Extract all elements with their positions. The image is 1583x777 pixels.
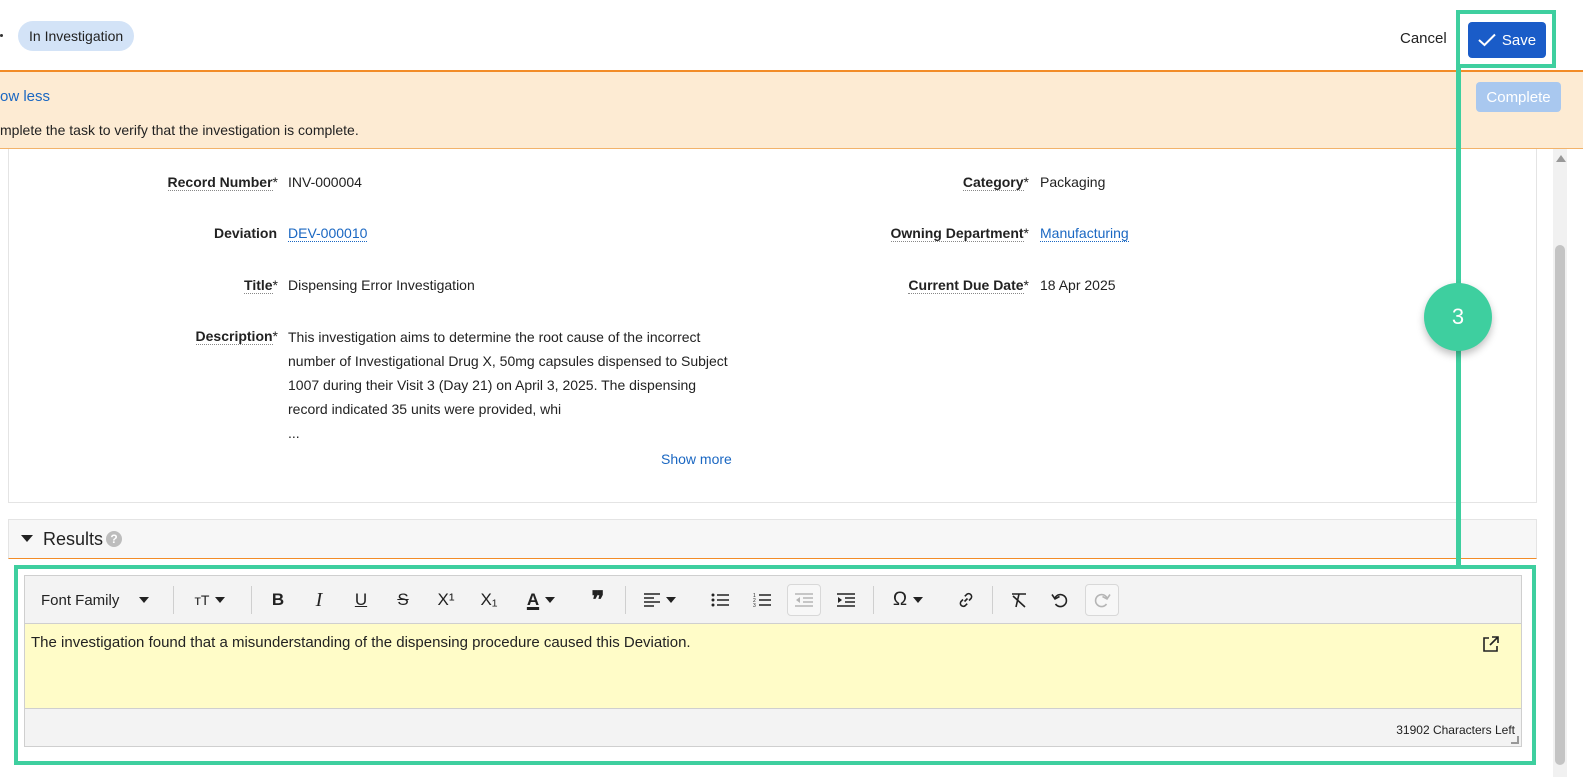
superscript-icon: X¹ <box>437 590 455 609</box>
subscript-icon: X₁ <box>480 590 498 609</box>
omega-icon: Ω <box>892 589 908 610</box>
chevron-down-icon <box>215 597 226 603</box>
undo-icon <box>1051 593 1068 608</box>
align-left-icon <box>644 593 660 607</box>
indent-button[interactable] <box>831 584 861 616</box>
results-section-header[interactable]: Results ? <box>8 519 1537 559</box>
collapse-caret-icon[interactable] <box>21 535 33 542</box>
deviation-label: Deviation <box>213 225 277 241</box>
results-title: Results <box>43 529 104 549</box>
vertical-scrollbar[interactable] <box>1553 149 1567 777</box>
scroll-up-arrow-icon[interactable] <box>1556 155 1566 162</box>
owning-department-label: Owning Department* <box>890 225 1029 242</box>
record-header: In Investigation Cancel Save <box>0 0 1583 72</box>
characters-left-counter: 31902 Characters Left <box>1396 723 1515 737</box>
text-color-icon: A <box>526 590 540 609</box>
due-date-value: 18 Apr 2025 <box>1040 277 1116 293</box>
title-value: Dispensing Error Investigation <box>288 277 475 293</box>
save-button[interactable]: Save <box>1468 22 1546 58</box>
bold-icon: B <box>271 590 285 609</box>
complete-button[interactable]: Complete <box>1476 82 1561 112</box>
category-label: Category* <box>962 174 1029 191</box>
underline-icon: U <box>354 590 368 609</box>
show-less-link[interactable]: ow less <box>0 88 50 105</box>
bold-button[interactable]: B <box>263 584 293 616</box>
description-ellipsis: ... <box>288 425 300 441</box>
special-characters-dropdown[interactable]: Ω <box>885 584 931 616</box>
save-button-label: Save <box>1501 31 1537 49</box>
cancel-button[interactable]: Cancel <box>1400 30 1447 47</box>
chevron-down-icon <box>913 597 924 603</box>
show-more-link[interactable]: Show more <box>661 451 732 467</box>
description-value: This investigation aims to determine the… <box>288 329 728 441</box>
quote-icon: ❞ <box>591 586 605 614</box>
numbered-list-icon: 123 <box>753 593 771 608</box>
font-family-dropdown[interactable]: Font Family <box>33 584 158 616</box>
chevron-down-icon <box>666 597 676 603</box>
results-editor: Font Family тT B I U S X¹ X₁ A ❞ 123 Ω T… <box>24 575 1522 747</box>
text-color-dropdown[interactable]: A <box>519 584 563 616</box>
record-number-label: Record Number* <box>167 174 278 191</box>
chevron-down-icon <box>139 597 150 603</box>
help-icon[interactable]: ? <box>106 531 122 547</box>
editor-toolbar: Font Family тT B I U S X¹ X₁ A ❞ 123 Ω <box>25 576 1521 624</box>
checkmark-icon <box>1478 33 1496 47</box>
toolbar-divider <box>251 586 252 614</box>
superscript-button[interactable]: X¹ <box>431 584 461 616</box>
title-label: Title* <box>244 277 278 294</box>
results-text: The investigation found that a misunders… <box>31 634 691 651</box>
outdent-icon <box>795 593 813 607</box>
details-section: Record Number* INV-000004 Deviation DEV-… <box>8 149 1537 503</box>
description-label: Description* <box>195 328 278 345</box>
breadcrumb-fragment <box>0 34 3 37</box>
editor-footer: 31902 Characters Left <box>25 708 1521 746</box>
toolbar-divider <box>173 586 174 614</box>
link-button[interactable] <box>951 584 981 616</box>
blockquote-button[interactable]: ❞ <box>583 584 613 616</box>
underline-button[interactable]: U <box>346 584 376 616</box>
outdent-button[interactable] <box>787 584 821 616</box>
undo-button[interactable] <box>1045 584 1075 616</box>
link-icon <box>959 592 973 608</box>
toolbar-divider <box>625 586 626 614</box>
toolbar-divider <box>873 586 874 614</box>
task-banner: ow less mplete the task to verify that t… <box>0 72 1583 149</box>
popout-button[interactable] <box>1481 634 1501 654</box>
redo-icon <box>1094 593 1111 608</box>
italic-button[interactable]: I <box>304 584 334 616</box>
svg-text:3: 3 <box>753 603 756 608</box>
deviation-link[interactable]: DEV-000010 <box>288 225 368 242</box>
record-number-value: INV-000004 <box>288 174 362 190</box>
owning-department-link[interactable]: Manufacturing <box>1040 225 1129 242</box>
strikethrough-icon: S <box>397 590 409 609</box>
numbered-list-button[interactable]: 123 <box>747 584 777 616</box>
redo-button[interactable] <box>1085 584 1119 616</box>
bullet-list-button[interactable] <box>705 584 735 616</box>
bullet-list-icon <box>711 593 729 607</box>
external-link-icon <box>1483 636 1499 652</box>
align-dropdown[interactable] <box>637 584 683 616</box>
clear-formatting-button[interactable] <box>1004 584 1034 616</box>
results-text-area[interactable]: The investigation found that a misunders… <box>25 624 1521 708</box>
banner-message: mplete the task to verify that the inves… <box>0 122 359 138</box>
status-badge: In Investigation <box>18 21 135 51</box>
category-value: Packaging <box>1040 174 1106 190</box>
chevron-down-icon <box>545 597 556 603</box>
due-date-label: Current Due Date* <box>908 277 1029 294</box>
italic-icon: I <box>315 588 323 611</box>
strikethrough-button[interactable]: S <box>388 584 418 616</box>
scrollbar-thumb[interactable] <box>1555 245 1565 765</box>
resize-handle-icon[interactable] <box>1511 736 1519 744</box>
font-size-dropdown[interactable]: тT <box>185 584 235 616</box>
toolbar-divider <box>992 586 993 614</box>
font-size-icon: тT <box>194 592 210 608</box>
clear-formatting-icon <box>1012 593 1026 608</box>
tutorial-step-badge: 3 <box>1424 283 1492 351</box>
subscript-button[interactable]: X₁ <box>474 584 504 616</box>
indent-icon <box>837 593 855 607</box>
